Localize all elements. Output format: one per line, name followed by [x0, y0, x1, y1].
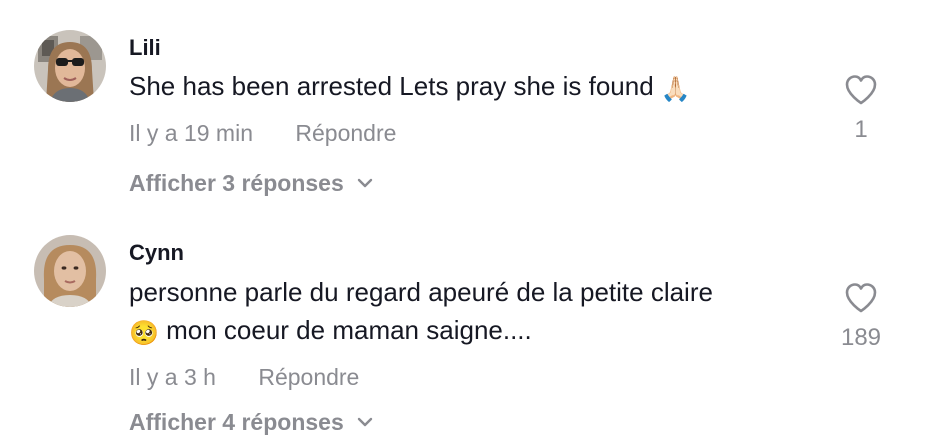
pleading-face-emoji-icon: 🥺: [129, 319, 159, 347]
comment-item: Cynn personne parle du regard apeuré de …: [0, 220, 926, 442]
like-group: 189: [826, 282, 896, 352]
view-replies-label: Afficher 3 réponses: [129, 170, 344, 196]
heart-icon[interactable]: [844, 282, 878, 314]
comment-meta: Il y a 3 h Répondre: [129, 363, 359, 391]
like-count: 189: [840, 324, 882, 351]
comment-text-line-2: 🥺 mon coeur de maman saigne....: [129, 311, 819, 352]
reply-button[interactable]: Répondre: [295, 119, 396, 147]
comment-timestamp: Il y a 19 min: [129, 120, 253, 146]
comment-username[interactable]: Lili: [129, 35, 161, 61]
comment-timestamp: Il y a 3 h: [129, 364, 216, 390]
praying-hands-emoji-icon: 🙏🏻: [660, 75, 691, 103]
view-replies-button[interactable]: Afficher 4 réponses: [129, 408, 374, 436]
comment-meta: Il y a 19 min Répondre: [129, 119, 396, 147]
avatar-photo-icon: [34, 30, 106, 102]
chevron-down-icon: [356, 416, 374, 428]
like-group: 1: [826, 74, 896, 144]
reply-button[interactable]: Répondre: [258, 363, 359, 391]
comment-text-line: personne parle du regard apeuré de la pe…: [129, 277, 713, 307]
avatar-photo-icon: [34, 235, 106, 307]
comment-text: She has been arrested Lets pray she is f…: [129, 67, 819, 108]
comment-text-content: She has been arrested Lets pray she is f…: [129, 71, 654, 101]
comment-item: Lili She has been arrested Lets pray she…: [0, 0, 926, 220]
view-replies-button[interactable]: Afficher 3 réponses: [129, 169, 374, 197]
avatar[interactable]: [34, 30, 106, 102]
like-count: 1: [854, 116, 868, 143]
comment-text-content: mon coeur de maman saigne....: [158, 315, 532, 345]
comment-text: personne parle du regard apeuré de la pe…: [129, 273, 819, 352]
view-replies-label: Afficher 4 réponses: [129, 409, 344, 435]
heart-icon[interactable]: [844, 74, 878, 106]
chevron-down-icon: [356, 177, 374, 189]
comment-username[interactable]: Cynn: [129, 240, 184, 266]
avatar[interactable]: [34, 235, 106, 307]
